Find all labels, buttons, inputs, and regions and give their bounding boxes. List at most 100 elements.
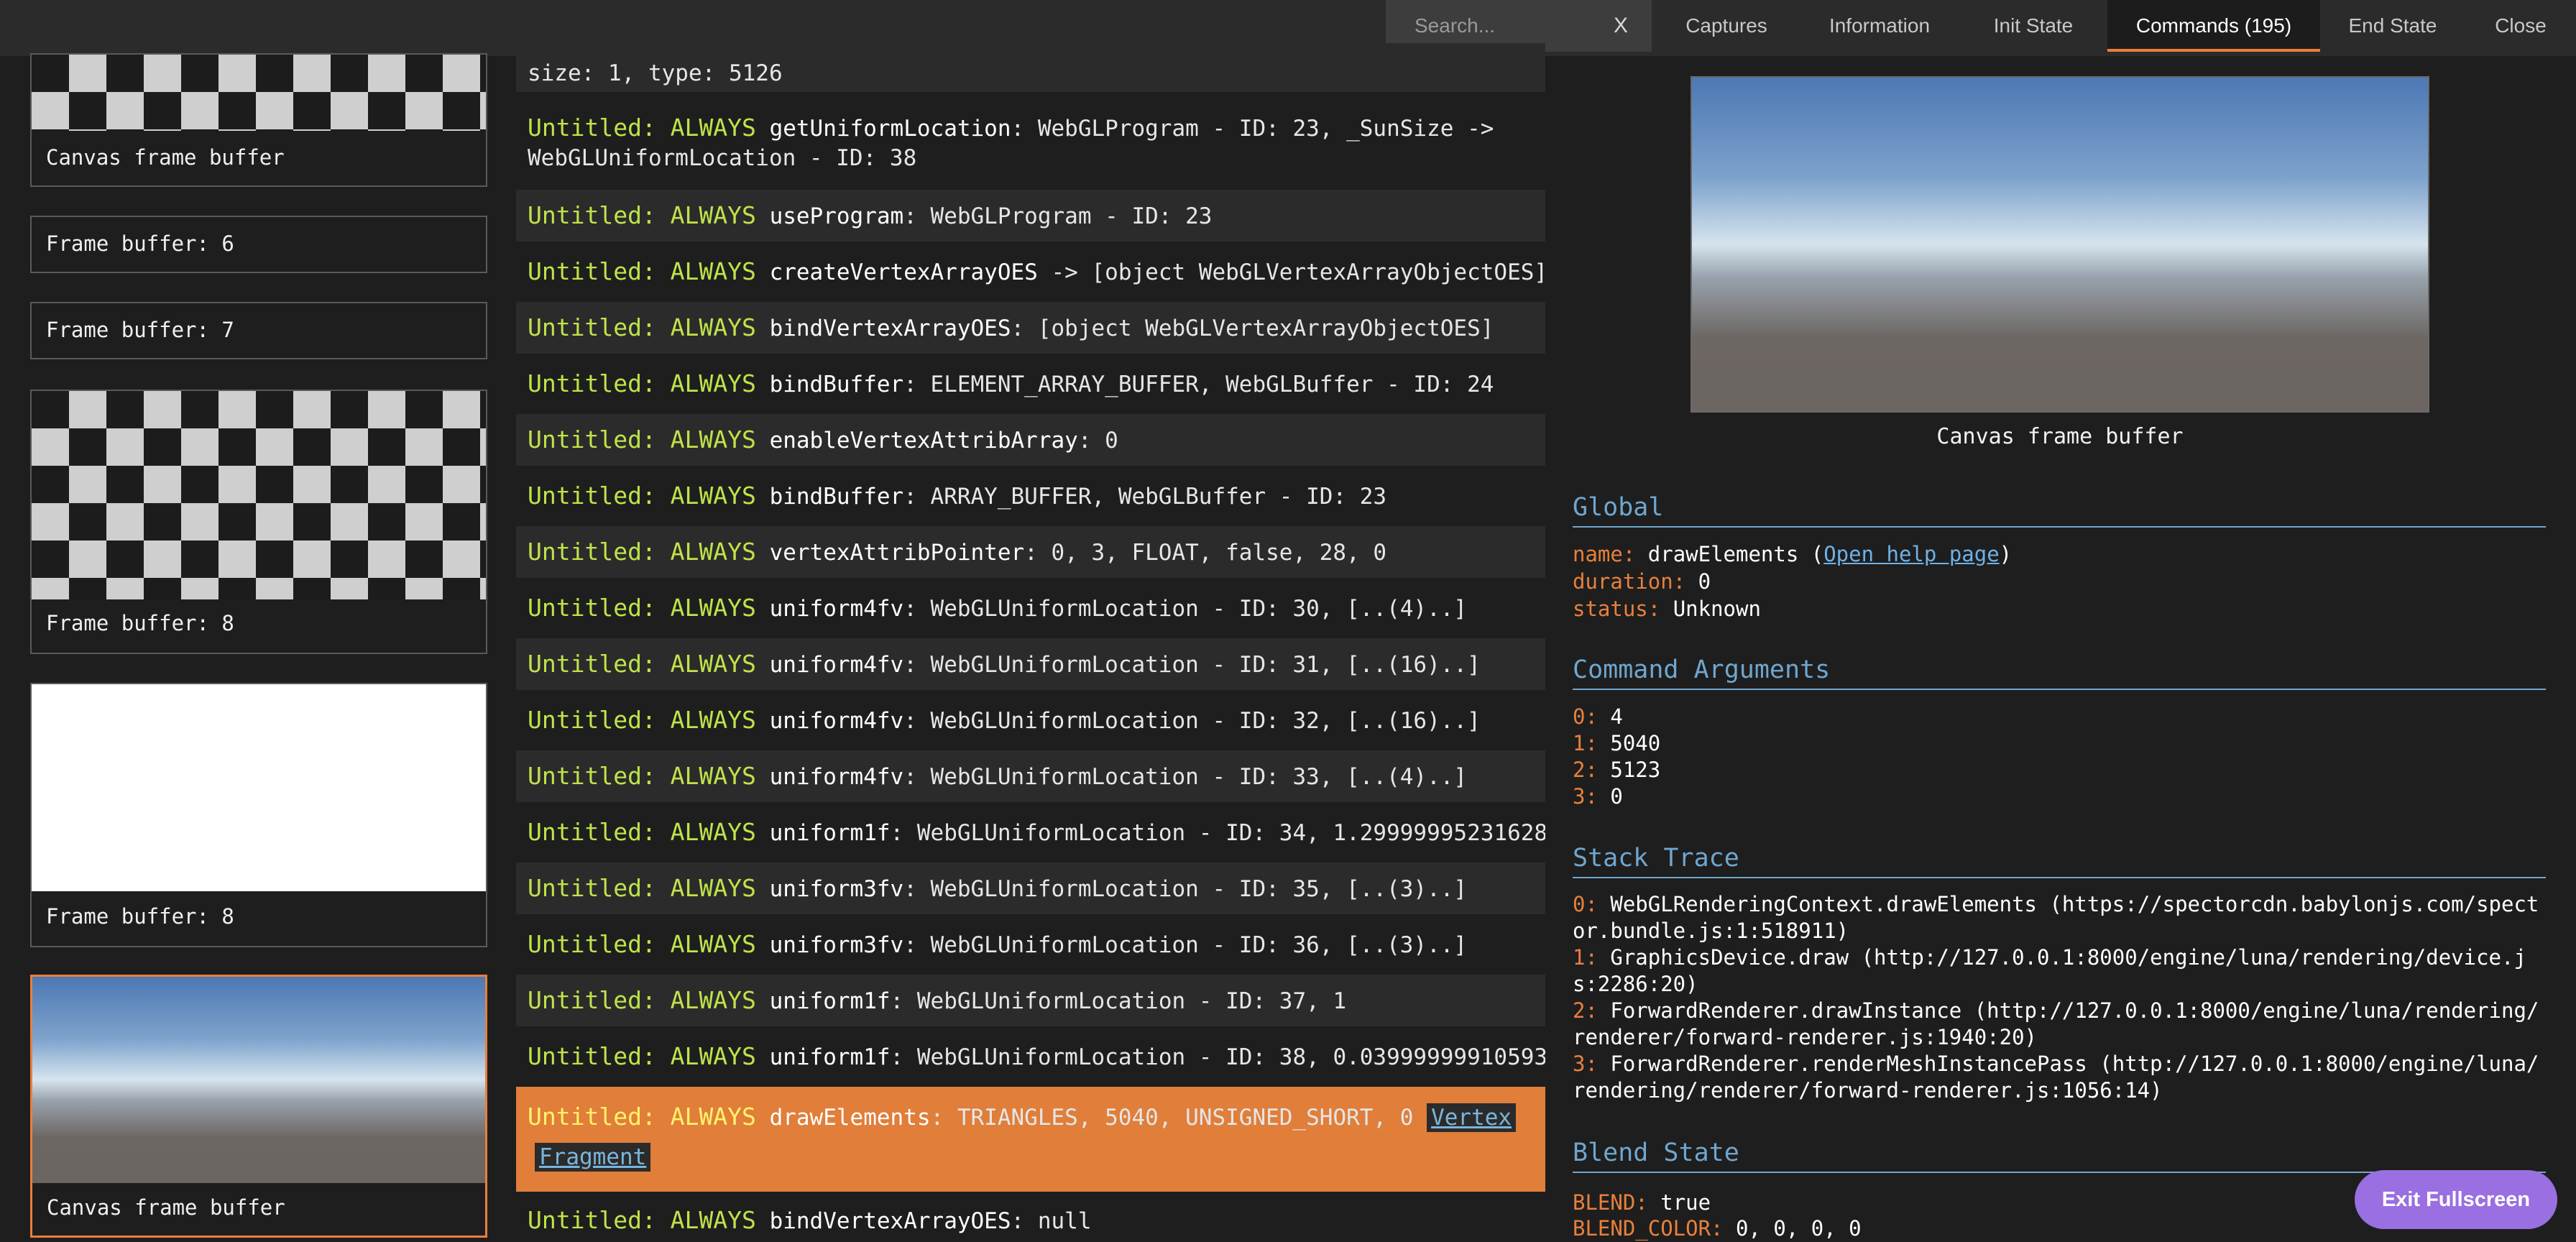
command-args: : WebGLUniformLocation - ID: 38, 0.03999… <box>890 1044 1545 1070</box>
global-name-key: name: <box>1573 542 1636 566</box>
command-line: Untitled: ALWAYS drawElements: TRIANGLES… <box>528 1103 1517 1132</box>
command-prefix: Untitled: ALWAYS <box>528 762 756 790</box>
command-args: -> [object WebGLVertexArrayObjectOES] <box>1037 259 1546 285</box>
command-line: Untitled: ALWAYS bindBuffer: ELEMENT_ARR… <box>528 369 1494 397</box>
command-row[interactable]: size: 1, type: 5126 <box>516 43 1545 92</box>
argument-value: 0 <box>1610 784 1623 809</box>
command-row[interactable]: Untitled: ALWAYS uniform3fv: WebGLUnifor… <box>516 919 1545 970</box>
argument-item: 0: 4 <box>1573 704 1623 729</box>
command-prefix: Untitled: ALWAYS <box>528 650 756 678</box>
argument-item: 3: 0 <box>1573 784 1623 809</box>
command-line: Untitled: ALWAYS useProgram: WebGLProgra… <box>528 201 1212 229</box>
tab-init-state[interactable]: Init State <box>1959 0 2107 52</box>
command-row[interactable]: Untitled: ALWAYS bindBuffer: ARRAY_BUFFE… <box>516 470 1545 522</box>
argument-key: 2: <box>1573 758 1598 782</box>
stack-frame: GraphicsDevice.draw (http://127.0.0.1:80… <box>1573 945 2526 996</box>
command-row[interactable]: Untitled: ALWAYS uniform4fv: WebGLUnifor… <box>516 638 1545 690</box>
frame-buffer-preview <box>1690 76 2429 413</box>
tab-close[interactable]: Close <box>2465 0 2576 52</box>
command-row[interactable]: Untitled: ALWAYS uniform1f: WebGLUniform… <box>516 806 1545 858</box>
command-name: vertexAttribPointer <box>769 540 1025 566</box>
command-row[interactable]: Untitled: ALWAYS uniform1f: WebGLUniform… <box>516 1031 1545 1082</box>
command-row[interactable]: Untitled: ALWAYS uniform4fv: WebGLUnifor… <box>516 694 1545 746</box>
stack-key: 1: <box>1573 945 1598 970</box>
command-args-continued: WebGLUniformLocation - ID: 38 <box>528 145 917 171</box>
blend-value: 0, 0, 0, 0 <box>1735 1216 1862 1241</box>
tab-end-state[interactable]: End State <box>2320 0 2465 52</box>
command-prefix: Untitled: ALWAYS <box>528 1042 756 1070</box>
command-name: drawElements <box>769 1105 931 1131</box>
capture-item[interactable]: Frame buffer: 7 <box>30 302 487 359</box>
search-clear-button[interactable]: X <box>1603 10 1639 42</box>
exit-fullscreen-button[interactable]: Exit Fullscreen <box>2355 1170 2557 1229</box>
command-line: Untitled: ALWAYS uniform4fv: WebGLUnifor… <box>528 650 1481 678</box>
blend-value: true <box>1660 1190 1711 1215</box>
command-name: uniform1f <box>769 988 891 1014</box>
command-prefix: Untitled: ALWAYS <box>528 538 756 566</box>
command-args: : WebGLUniformLocation - ID: 37, 1 <box>890 988 1347 1014</box>
vertex-shader-link[interactable]: Vertex <box>1427 1103 1517 1132</box>
capture-item[interactable]: Frame buffer: 6 <box>30 216 487 273</box>
command-name: useProgram <box>769 203 904 229</box>
command-row[interactable]: Untitled: ALWAYS bindVertexArrayOES: [ob… <box>516 302 1545 354</box>
search-input[interactable] <box>1414 10 1601 42</box>
command-prefix: Untitled: ALWAYS <box>528 369 756 397</box>
command-line: Untitled: ALWAYS bindVertexArrayOES: [ob… <box>528 313 1494 341</box>
command-row[interactable]: Untitled: ALWAYS uniform4fv: WebGLUnifor… <box>516 582 1545 634</box>
command-row[interactable]: Untitled: ALWAYS uniform3fv: WebGLUnifor… <box>516 862 1545 914</box>
command-line: Untitled: ALWAYS uniform1f: WebGLUniform… <box>528 1042 1545 1070</box>
command-row[interactable]: Untitled: ALWAYS bindVertexArrayOES: nul… <box>516 1195 1545 1242</box>
command-args: : WebGLUniformLocation - ID: 33, [..(4).… <box>903 764 1468 790</box>
command-prefix: Untitled: ALWAYS <box>528 986 756 1014</box>
command-row-selected[interactable]: Untitled: ALWAYS drawElements: TRIANGLES… <box>516 1087 1545 1192</box>
command-args: : WebGLProgram - ID: 23, _SunSize -> <box>1011 116 1494 142</box>
command-line: Untitled: ALWAYS uniform3fv: WebGLUnifor… <box>528 930 1467 958</box>
command-prefix: Untitled: ALWAYS <box>528 426 756 454</box>
stack-frame: ForwardRenderer.renderMeshInstancePass (… <box>1573 1052 2539 1103</box>
capture-item[interactable]: Canvas frame buffer <box>30 53 487 187</box>
command-row[interactable]: Untitled: ALWAYS getUniformLocation: Web… <box>516 104 1545 181</box>
command-line: Untitled: ALWAYS vertexAttribPointer: 0,… <box>528 538 1386 566</box>
command-name: uniform4fv <box>769 652 904 678</box>
section-global-title: Global <box>1573 493 2546 528</box>
command-prefix: Untitled: ALWAYS <box>528 482 756 510</box>
command-row[interactable]: Untitled: ALWAYS useProgram: WebGLProgra… <box>516 190 1545 242</box>
command-row[interactable]: Untitled: ALWAYS createVertexArrayOES ->… <box>516 246 1545 298</box>
tab-commands[interactable]: Commands (195) <box>2107 0 2320 52</box>
section-arguments-title: Command Arguments <box>1573 656 2546 690</box>
command-name: bindVertexArrayOES <box>769 1208 1011 1234</box>
argument-key: 1: <box>1573 731 1598 755</box>
command-args: : WebGLUniformLocation - ID: 34, 1.29999… <box>890 820 1545 846</box>
command-name: uniform3fv <box>769 876 904 902</box>
command-row[interactable]: Untitled: ALWAYS bindBuffer: ELEMENT_ARR… <box>516 358 1545 410</box>
capture-thumbnail <box>32 55 486 131</box>
tab-information[interactable]: Information <box>1800 0 1959 52</box>
capture-item-selected[interactable]: Canvas frame buffer <box>30 975 487 1238</box>
section-blend-state-title: Blend State <box>1573 1138 2546 1173</box>
tab-captures[interactable]: Captures <box>1653 0 1800 52</box>
command-row[interactable]: Untitled: ALWAYS vertexAttribPointer: 0,… <box>516 526 1545 578</box>
capture-item[interactable]: Frame buffer: 8 <box>30 390 487 654</box>
capture-item[interactable]: Frame buffer: 8 <box>30 683 487 947</box>
command-prefix: Untitled: ALWAYS <box>528 1103 756 1131</box>
command-prefix: Untitled: ALWAYS <box>528 594 756 622</box>
command-prefix: Untitled: ALWAYS <box>528 818 756 846</box>
command-name: bindBuffer <box>769 484 904 510</box>
command-name: uniform3fv <box>769 932 904 958</box>
command-row[interactable]: Untitled: ALWAYS uniform4fv: WebGLUnifor… <box>516 750 1545 802</box>
command-prefix: Untitled: ALWAYS <box>528 114 756 142</box>
command-args: : ELEMENT_ARRAY_BUFFER, WebGLBuffer - ID… <box>903 372 1494 397</box>
fragment-shader-link[interactable]: Fragment <box>535 1143 651 1172</box>
command-row[interactable]: Untitled: ALWAYS uniform1f: WebGLUniform… <box>516 975 1545 1026</box>
stack-frame: WebGLRenderingContext.drawElements (http… <box>1573 892 2539 943</box>
help-page-link[interactable]: Open help page <box>1823 542 1999 566</box>
command-prefix: Untitled: ALWAYS <box>528 313 756 341</box>
command-row[interactable]: Untitled: ALWAYS enableVertexAttribArray… <box>516 414 1545 466</box>
global-name-value: drawElements <box>1647 542 1799 566</box>
command-args: : WebGLUniformLocation - ID: 36, [..(3).… <box>903 932 1468 958</box>
command-line: Untitled: ALWAYS uniform4fv: WebGLUnifor… <box>528 594 1467 622</box>
command-name: enableVertexAttribArray <box>769 428 1078 454</box>
stack-key: 2: <box>1573 998 1598 1023</box>
blend-item: BLEND_COLOR: 0, 0, 0, 0 <box>1573 1216 1862 1241</box>
capture-label: Frame buffer: 6 <box>46 231 234 256</box>
